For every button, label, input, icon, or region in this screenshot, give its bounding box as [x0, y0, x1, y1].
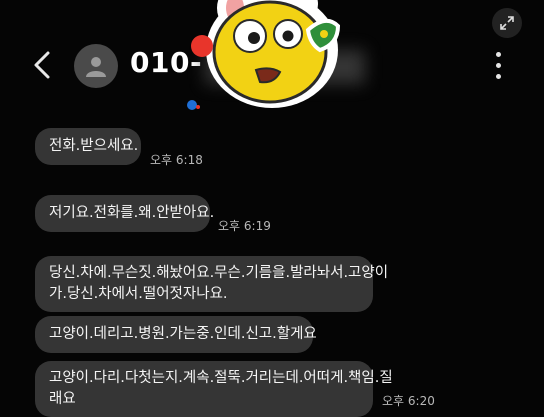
more-vertical-icon: [492, 52, 504, 79]
message-text: 저기요.전화를.왜.안받아요.: [49, 205, 215, 221]
message-text: 고양이.데리고.병원.가는중.인데.신고.할게요: [49, 326, 317, 342]
message-text-line: 고양이.다리.다첫는지.계속.절뚝.거리는데.어떠게.책임.질: [49, 370, 393, 386]
message-text-line: 당신.차에.무슨짓.해놨어요.무슨.기름을.발라놔서.고양이: [49, 265, 389, 281]
message-text: 전화.받으세요.: [49, 138, 139, 154]
message-bubble[interactable]: 고양이.다리.다첫는지.계속.절뚝.거리는데.어떠게.책임.질 래요: [35, 361, 393, 417]
message-time: 오후 6:18: [150, 153, 203, 167]
more-options-button[interactable]: [492, 52, 504, 80]
yellow-cartoon-face-sticker: [191, 0, 341, 108]
avatar[interactable]: [74, 44, 118, 88]
message-bubble[interactable]: 전화.받으세요.: [35, 128, 141, 165]
message-text-line: 래요: [49, 391, 76, 407]
message-bubble[interactable]: 고양이.데리고.병원.가는중.인데.신고.할게요: [35, 316, 317, 353]
expand-icon: [500, 16, 514, 30]
person-icon: [86, 57, 106, 77]
message-text-line: 가.당신.차에서.떨어젓자나요.: [49, 286, 228, 302]
message-time: 오후 6:19: [218, 219, 271, 233]
expand-button[interactable]: [492, 8, 522, 38]
message-bubble[interactable]: 당신.차에.무슨짓.해놨어요.무슨.기름을.발라놔서.고양이 가.당신.차에서.…: [35, 256, 389, 312]
chat-header: 010-: [0, 0, 544, 110]
back-button[interactable]: [30, 47, 56, 83]
online-status-icon: [187, 100, 200, 110]
chevron-left-icon: [34, 51, 50, 79]
message-time: 오후 6:20: [382, 394, 435, 408]
message-bubble[interactable]: 저기요.전화를.왜.안받아요.: [35, 195, 214, 232]
